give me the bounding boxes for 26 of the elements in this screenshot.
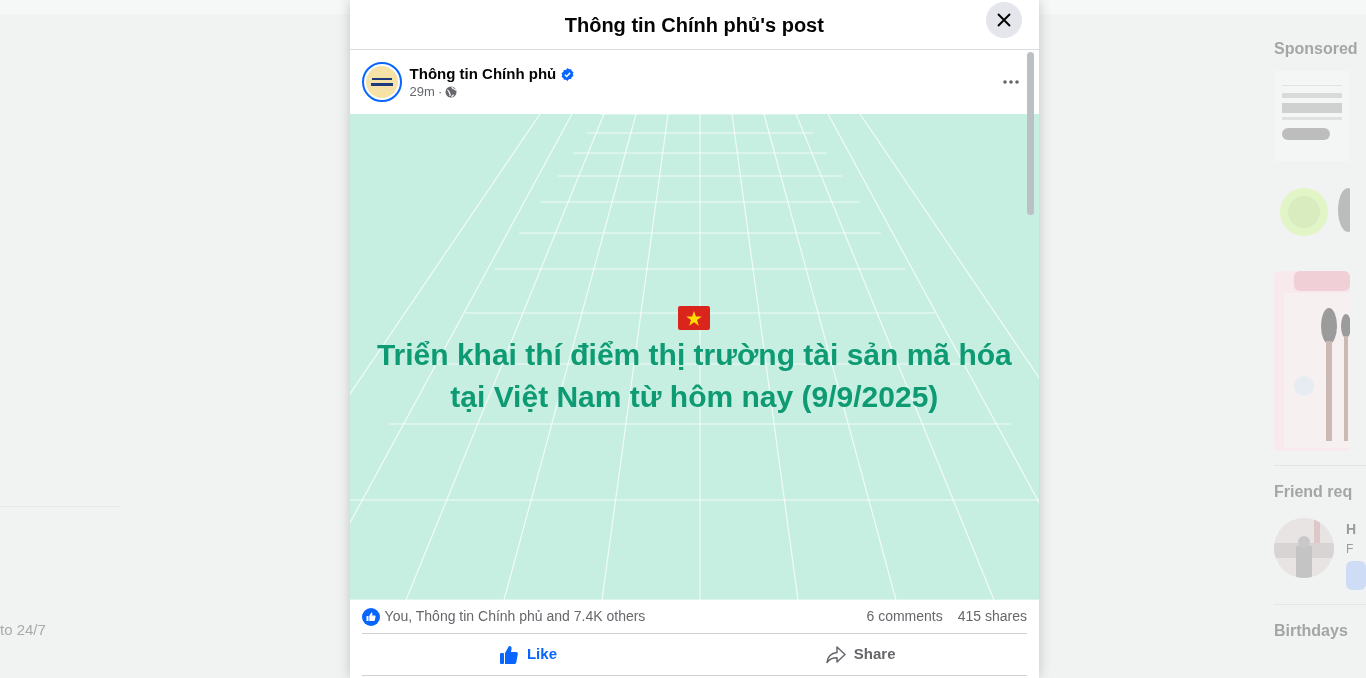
section-heading: Birthdays bbox=[1274, 621, 1349, 641]
sidebar-link-text: to 24/7 bbox=[0, 620, 47, 640]
like-button[interactable]: Like bbox=[361, 634, 695, 675]
more-options-icon[interactable] bbox=[1003, 80, 1019, 84]
dialog-title: Thông tin Chính phủ's post bbox=[564, 12, 824, 38]
reaction-summary[interactable]: You, Thông tin Chính phủ and 7.4K others bbox=[384, 606, 862, 627]
section-heading: Sponsored bbox=[1274, 39, 1359, 59]
share-count[interactable]: 415 shares bbox=[957, 606, 1027, 627]
close-icon bbox=[997, 13, 1011, 27]
section-heading: Friend req bbox=[1274, 482, 1354, 502]
thumbs-up-icon bbox=[498, 644, 519, 665]
author-name[interactable]: Thông tin Chính phủ bbox=[409, 64, 557, 84]
globe-icon bbox=[445, 86, 458, 98]
like-reaction-icon bbox=[361, 607, 380, 626]
scrollbar-thumb[interactable] bbox=[1027, 52, 1034, 215]
separator-dot: · bbox=[437, 84, 443, 100]
share-button[interactable]: Share bbox=[694, 634, 1027, 675]
friend-detail: F bbox=[1346, 541, 1355, 557]
post-time[interactable]: 29m bbox=[409, 84, 435, 100]
close-button[interactable] bbox=[986, 2, 1022, 38]
comment-count[interactable]: 6 comments bbox=[866, 606, 943, 627]
page-avatar-icon[interactable] bbox=[361, 62, 402, 102]
share-arrow-icon bbox=[825, 644, 846, 665]
flag-icon bbox=[678, 306, 711, 330]
friend-name: H bbox=[1346, 521, 1358, 537]
post-headline: Triển khai thí điểm thị trường tài sản mã hóa tại Việt Nam từ hôm nay (9/9/2025) bbox=[376, 337, 1012, 415]
